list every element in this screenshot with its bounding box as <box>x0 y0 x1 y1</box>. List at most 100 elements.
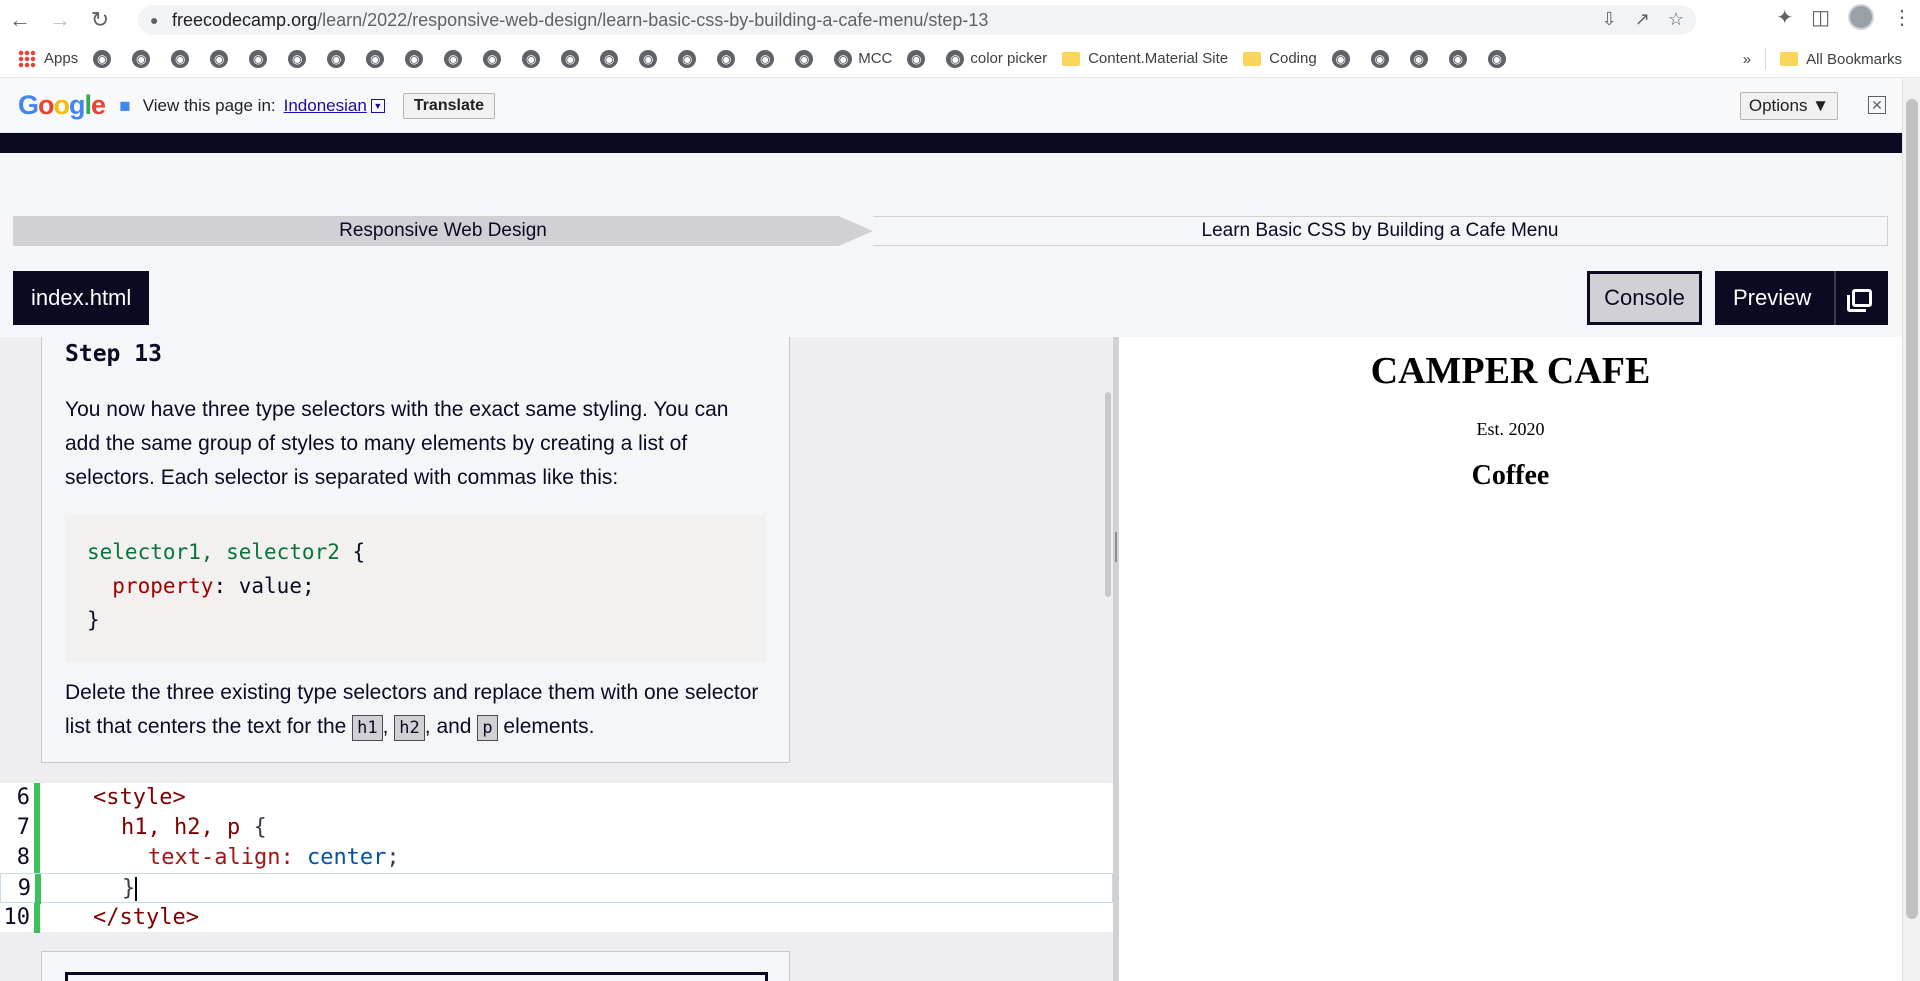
bookmark-content-material[interactable]: Content.Material Site <box>1062 50 1228 67</box>
profile-avatar[interactable] <box>1848 4 1874 30</box>
dropdown-arrow-icon[interactable]: ▼ <box>370 98 385 113</box>
bookmark-globe[interactable]: ◉ <box>1370 49 1395 68</box>
install-icon[interactable]: ⇩ <box>1602 9 1617 30</box>
editor-line[interactable]: 7 h1, h2, p { <box>0 813 1113 843</box>
bookmark-apps[interactable]: Apps <box>18 49 78 68</box>
menu-kebab-icon[interactable]: ⋮ <box>1892 5 1912 30</box>
site-info-icon[interactable]: ● <box>150 12 172 28</box>
forward-arrow-icon[interactable]: → <box>40 0 80 40</box>
bookmark-globe[interactable]: ◉ <box>561 49 585 68</box>
folder-icon <box>1243 51 1262 66</box>
code-selector: selector1, selector2 <box>87 540 340 564</box>
bookmark-globe[interactable]: ◉ <box>1487 49 1512 68</box>
tab-index-html[interactable]: index.html <box>13 271 150 325</box>
bookmark-globe[interactable]: ◉ <box>132 49 156 68</box>
bookmarks-overflow-button[interactable]: » <box>1743 51 1751 68</box>
bookmark-globe[interactable]: ◉ <box>249 49 273 68</box>
globe-icon: ◉ <box>600 49 619 68</box>
gutter-marker <box>34 903 40 933</box>
bookmark-globe[interactable]: ◉ <box>717 49 741 68</box>
description-paragraph: You now have three type selectors with t… <box>65 398 729 489</box>
scrollbar-thumb[interactable] <box>1906 99 1918 919</box>
bookmark-globe[interactable]: ◉ <box>522 49 546 68</box>
popout-preview-button[interactable] <box>1834 271 1888 325</box>
bookmark-globe[interactable]: ◉ <box>600 49 624 68</box>
code-colon: : <box>213 574 239 598</box>
line-number: 7 <box>16 815 30 840</box>
translate-button[interactable]: Translate <box>402 92 496 119</box>
bookmark-mcc[interactable]: ◉ MCC <box>834 49 892 68</box>
globe-icon: ◉ <box>327 49 346 68</box>
google-logo: Google <box>18 90 106 120</box>
side-panel-icon[interactable]: ◫ <box>1811 5 1830 30</box>
editor-line[interactable]: 8 text-align: center; <box>0 843 1113 873</box>
bookmark-coding[interactable]: Coding <box>1243 50 1317 67</box>
code-value: value; <box>238 574 315 598</box>
divider <box>1765 48 1767 70</box>
url-text: freecodecamp.org/learn/2022/responsive-w… <box>172 9 989 30</box>
bookmark-color-picker[interactable]: ◉ color picker <box>946 49 1047 68</box>
apps-grid-icon <box>18 49 36 68</box>
language-select[interactable]: Indonesian <box>284 96 367 116</box>
globe-icon: ◉ <box>639 49 658 68</box>
bookmark-globe[interactable]: ◉ <box>210 49 234 68</box>
bookmark-globe[interactable]: ◉ <box>1331 49 1356 68</box>
editor-line[interactable]: 6 <style> <box>0 783 1113 813</box>
globe-icon: ◉ <box>1370 49 1389 68</box>
breadcrumb-block[interactable]: Learn Basic CSS by Building a Cafe Menu <box>873 216 1888 246</box>
globe-icon: ◉ <box>93 49 112 68</box>
editor-line[interactable]: 10 </style> <box>0 903 1113 933</box>
bookmark-globe[interactable]: ◉ <box>93 49 117 68</box>
globe-icon: ◉ <box>678 49 697 68</box>
folder-icon <box>1062 51 1081 66</box>
pane-scrollbar-thumb[interactable] <box>1105 392 1111 597</box>
globe-icon: ◉ <box>834 49 853 68</box>
page-scrollbar[interactable] <box>1902 79 1920 981</box>
reload-icon[interactable]: ↻ <box>80 0 120 40</box>
line-number: 6 <box>16 785 30 810</box>
bookmark-globe[interactable]: ◉ <box>907 49 931 68</box>
globe-icon: ◉ <box>1409 49 1428 68</box>
step-description: Step 13 You now have three type selector… <box>41 337 790 763</box>
preview-button[interactable]: Preview <box>1715 271 1888 325</box>
bookmark-globe[interactable]: ◉ <box>639 49 663 68</box>
globe-icon: ◉ <box>561 49 580 68</box>
bookmark-globe[interactable]: ◉ <box>405 49 429 68</box>
editor-line-active[interactable]: 9 } <box>0 873 1113 904</box>
console-button[interactable]: Console <box>1587 271 1702 325</box>
preview-subheading: Coffee <box>1471 460 1550 491</box>
globe-icon: ◉ <box>132 49 151 68</box>
code-editor[interactable]: 6 <style> 7 h1, h2, p { 8 text-align: ce… <box>0 783 1113 933</box>
bookmark-globe[interactable]: ◉ <box>327 49 351 68</box>
bookmark-globe[interactable]: ◉ <box>288 49 312 68</box>
bookmark-globe[interactable]: ◉ <box>756 49 780 68</box>
folder-icon <box>1780 52 1799 66</box>
bookmark-globe[interactable]: ◉ <box>678 49 702 68</box>
bookmark-globe[interactable]: ◉ <box>795 49 819 68</box>
bookmark-globe[interactable]: ◉ <box>483 49 507 68</box>
globe-icon: ◉ <box>444 49 463 68</box>
share-icon[interactable]: ↗ <box>1635 9 1650 30</box>
extensions-icon[interactable]: ✦ <box>1776 5 1793 30</box>
bookmark-globe[interactable]: ◉ <box>1448 49 1473 68</box>
line-number: 10 <box>3 905 31 930</box>
close-icon[interactable]: ✕ <box>1868 96 1886 114</box>
splitter-grip[interactable] <box>1115 532 1117 562</box>
example-code-block: selector1, selector2 { property: value; … <box>65 515 766 662</box>
translate-bar: Google ◼ View this page in: Indonesian ▼… <box>0 79 1902 133</box>
bookmark-globe[interactable]: ◉ <box>444 49 468 68</box>
address-bar[interactable]: ● freecodecamp.org/learn/2022/responsive… <box>138 5 1696 35</box>
all-bookmarks-button[interactable]: All Bookmarks <box>1780 51 1902 68</box>
options-button[interactable]: Options ▼ <box>1739 92 1838 120</box>
globe-icon: ◉ <box>171 49 190 68</box>
breadcrumb-superblock[interactable]: Responsive Web Design <box>13 216 873 246</box>
bookmark-globe[interactable]: ◉ <box>366 49 390 68</box>
globe-icon: ◉ <box>907 49 926 68</box>
globe-icon: ◉ <box>717 49 736 68</box>
inline-code: h2 <box>394 715 425 741</box>
bookmark-globe[interactable]: ◉ <box>1409 49 1434 68</box>
bookmark-globe[interactable]: ◉ <box>171 49 195 68</box>
bookmark-star-icon[interactable]: ☆ <box>1668 9 1684 30</box>
back-arrow-icon[interactable]: ← <box>0 0 40 40</box>
code-brace: { <box>339 540 366 564</box>
